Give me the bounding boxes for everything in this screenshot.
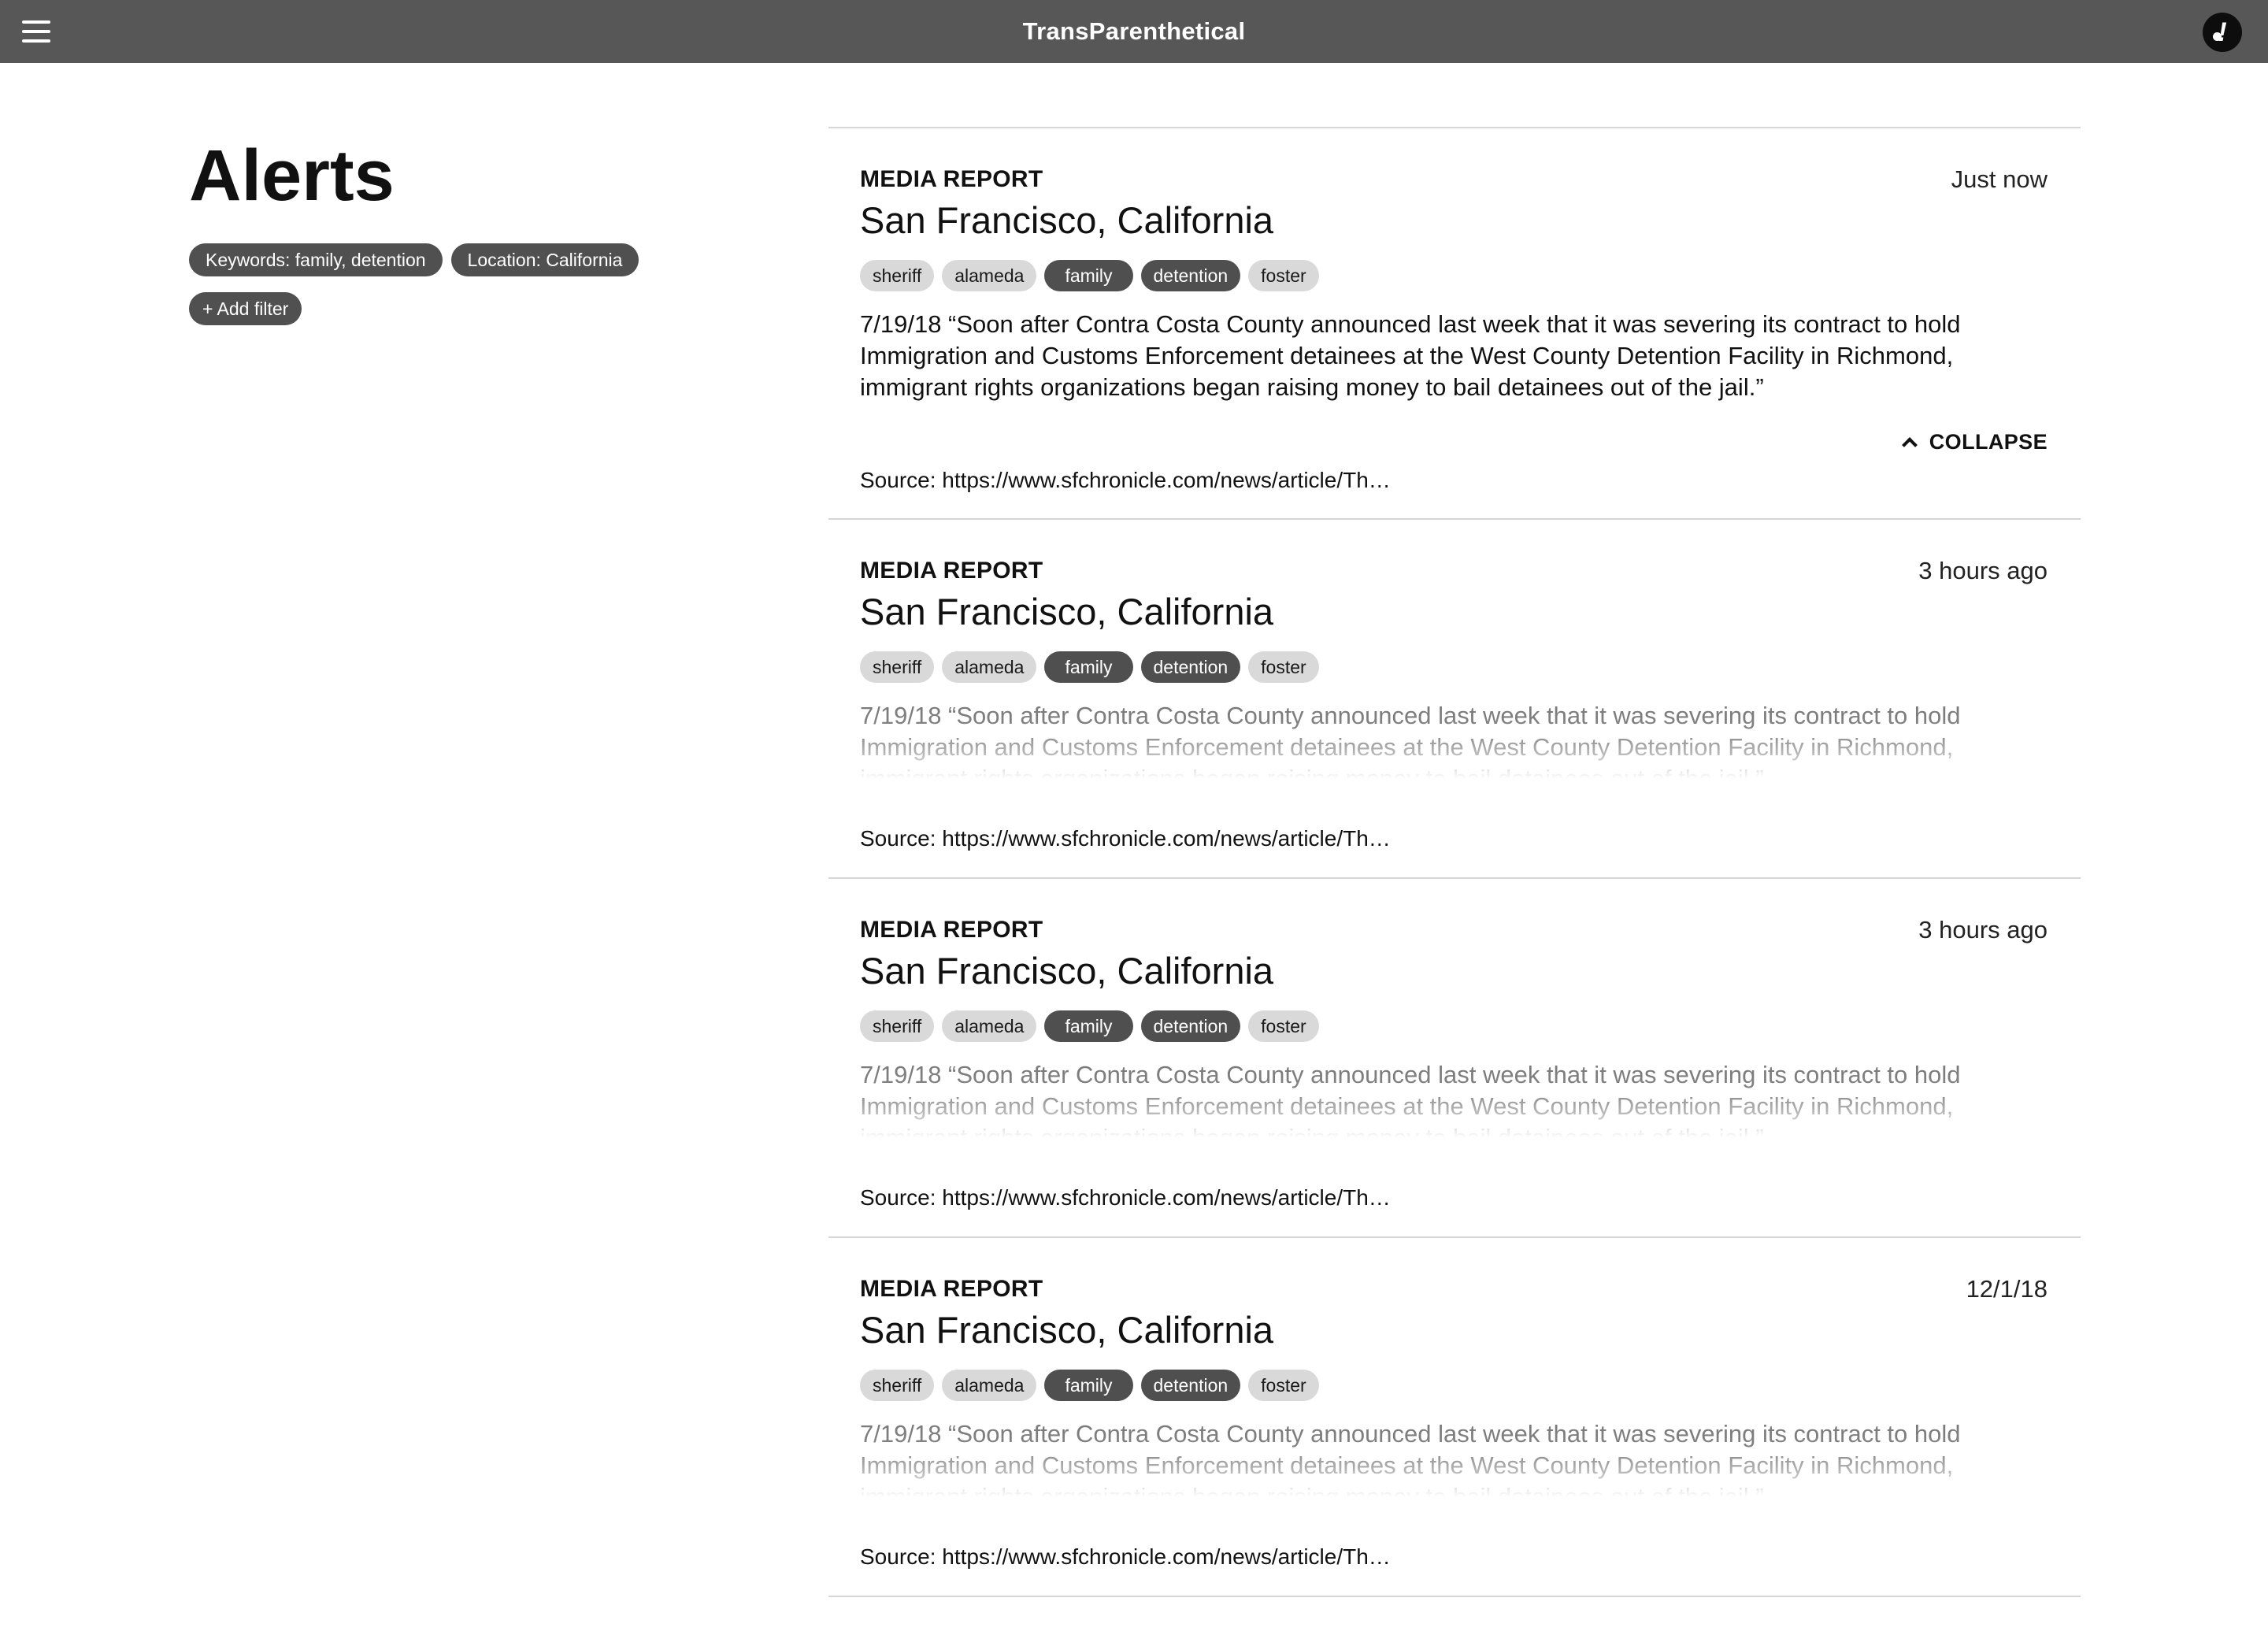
alert-excerpt: 7/19/18 “Soon after Contra Costa County … [860, 310, 1961, 401]
alert-excerpt: 7/19/18 “Soon after Contra Costa County … [860, 1061, 1961, 1140]
source-link[interactable]: Source: https://www.sfchronicle.com/news… [860, 825, 1391, 853]
chevron-up-icon [1901, 437, 1918, 453]
tag-list: sheriff alameda family detention foster [860, 651, 2048, 683]
alert-location: San Francisco, California [860, 950, 1274, 992]
tag-sheriff[interactable]: sheriff [860, 1010, 935, 1042]
alert-card[interactable]: MEDIA REPORT Just now San Francisco, Cal… [828, 128, 2081, 520]
tag-detention[interactable]: detention [1140, 1010, 1241, 1042]
tag-list: sheriff alameda family detention foster [860, 1010, 2048, 1042]
source-link[interactable]: Source: https://www.sfchronicle.com/news… [860, 466, 1391, 495]
alert-location: San Francisco, California [860, 1309, 1274, 1351]
tag-foster[interactable]: foster [1248, 260, 1319, 291]
alert-type: MEDIA REPORT [860, 1276, 1043, 1302]
add-filter-button[interactable]: + Add filter [189, 292, 302, 325]
tag-sheriff[interactable]: sheriff [860, 651, 935, 683]
tag-foster[interactable]: foster [1248, 1010, 1319, 1042]
tag-detention[interactable]: detention [1140, 651, 1241, 683]
tag-foster[interactable]: foster [1248, 1370, 1319, 1401]
tag-sheriff[interactable]: sheriff [860, 1370, 935, 1401]
tag-family[interactable]: family [1044, 260, 1133, 291]
top-bar: TransParenthetical ! [0, 0, 2268, 63]
alert-excerpt: 7/19/18 “Soon after Contra Costa County … [860, 702, 1961, 780]
collapse-button[interactable]: COLLAPSE [1901, 428, 2048, 456]
alert-card[interactable]: MEDIA REPORT 12/1/18 San Francisco, Cali… [828, 1238, 2081, 1597]
tag-alameda[interactable]: alameda [942, 1010, 1037, 1042]
alert-timestamp: Just now [1951, 165, 2048, 193]
tag-alameda[interactable]: alameda [942, 1370, 1037, 1401]
active-filters: Keywords: family, detention Location: Ca… [189, 243, 677, 276]
collapse-label: COLLAPSE [1929, 430, 2048, 454]
alert-timestamp: 12/1/18 [1966, 1275, 2048, 1303]
alert-card[interactable]: MEDIA REPORT 3 hours ago San Francisco, … [828, 879, 2081, 1238]
tag-foster[interactable]: foster [1248, 651, 1319, 683]
alert-type: MEDIA REPORT [860, 917, 1043, 943]
tag-detention[interactable]: detention [1140, 260, 1241, 291]
filter-chip-keywords[interactable]: Keywords: family, detention [189, 243, 443, 276]
user-avatar-icon[interactable]: ! [2203, 13, 2242, 52]
source-link[interactable]: Source: https://www.sfchronicle.com/news… [860, 1543, 1391, 1571]
tag-alameda[interactable]: alameda [942, 260, 1037, 291]
alerts-feed: MEDIA REPORT Just now San Francisco, Cal… [828, 127, 2081, 1597]
tag-family[interactable]: family [1044, 1010, 1133, 1042]
filter-chip-location[interactable]: Location: California [450, 243, 639, 276]
tag-alameda[interactable]: alameda [942, 651, 1037, 683]
tag-family[interactable]: family [1044, 651, 1133, 683]
filters-panel: Alerts Keywords: family, detention Locat… [189, 130, 677, 325]
alert-location: San Francisco, California [860, 199, 1274, 241]
tag-list: sheriff alameda family detention foster [860, 260, 2048, 291]
source-link[interactable]: Source: https://www.sfchronicle.com/news… [860, 1184, 1391, 1212]
avatar-glyph: ! [2218, 17, 2227, 47]
alert-location: San Francisco, California [860, 591, 1274, 632]
alert-type: MEDIA REPORT [860, 166, 1043, 192]
app-title: TransParenthetical [1022, 17, 1246, 45]
alert-card[interactable]: MEDIA REPORT 3 hours ago San Francisco, … [828, 520, 2081, 879]
add-filter-row: + Add filter [189, 292, 677, 325]
alert-timestamp: 3 hours ago [1918, 557, 2048, 584]
alert-excerpt: 7/19/18 “Soon after Contra Costa County … [860, 1420, 1961, 1499]
tag-sheriff[interactable]: sheriff [860, 260, 935, 291]
tag-detention[interactable]: detention [1140, 1370, 1241, 1401]
tag-family[interactable]: family [1044, 1370, 1133, 1401]
alert-type: MEDIA REPORT [860, 558, 1043, 584]
avatar-dot [2213, 32, 2222, 41]
page-title: Alerts [189, 135, 395, 216]
tag-list: sheriff alameda family detention foster [860, 1370, 2048, 1401]
alert-timestamp: 3 hours ago [1918, 916, 2048, 943]
